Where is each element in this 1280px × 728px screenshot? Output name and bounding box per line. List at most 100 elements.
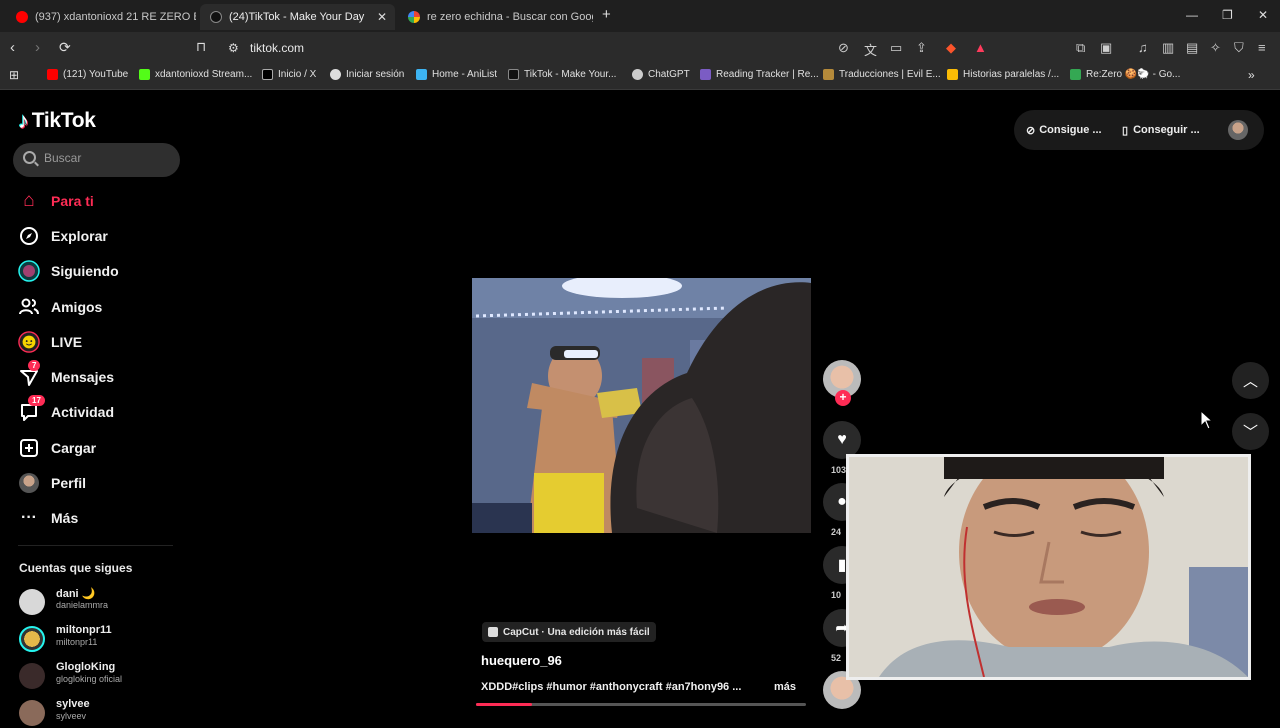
follow-plus-icon[interactable]: +: [835, 390, 851, 406]
anilist-icon: [416, 69, 427, 80]
compass-icon: [18, 225, 40, 247]
wallet-icon[interactable]: ▤: [1186, 40, 1198, 56]
bookmark-item[interactable]: Re:Zero 🍪🐑 - Go...: [1070, 69, 1180, 80]
video-progress-bar[interactable]: [476, 703, 806, 706]
activity-badge: 17: [28, 395, 45, 406]
upload-icon: [18, 437, 40, 459]
nav-label: LIVE: [51, 334, 83, 350]
music-icon[interactable]: ♫: [1138, 40, 1148, 55]
translate-icon[interactable]: 文: [864, 40, 877, 59]
drive-icon: [947, 69, 958, 80]
following-account[interactable]: dani 🌙 danielammra: [19, 587, 179, 617]
bookmark-item[interactable]: xdantonioxd Stream...: [139, 69, 252, 80]
nav-explorar[interactable]: Explorar: [18, 222, 178, 250]
tab-label: (24)TikTok - Make Your Day: [229, 11, 365, 23]
avatar: [19, 589, 45, 615]
nav-perfil[interactable]: Perfil: [18, 469, 178, 497]
back-icon[interactable]: ‹: [10, 39, 15, 56]
bookmark-label: Traducciones | Evil E...: [839, 69, 941, 80]
share-icon[interactable]: ⇪: [916, 40, 927, 56]
bookmark-label: Reading Tracker | Re...: [716, 69, 819, 80]
bookmark-item[interactable]: Inicio / X: [262, 69, 316, 80]
ai-icon[interactable]: ✧: [1210, 40, 1221, 56]
nav-mensajes[interactable]: 7 Mensajes: [18, 360, 178, 391]
account-handle: miltonpr11: [56, 637, 98, 647]
get-app-button[interactable]: ▯ Conseguir ...: [1122, 115, 1200, 145]
cast-icon[interactable]: ▭: [890, 40, 902, 56]
brave-shield-icon[interactable]: ◆: [946, 40, 956, 56]
apps-grid-icon[interactable]: ⊞: [9, 68, 19, 82]
avatar: [19, 626, 45, 652]
nav-cargar[interactable]: Cargar: [18, 434, 178, 462]
browser-tab-youtube[interactable]: (937) xdantonioxd 21 RE ZERO BREAK: [6, 4, 196, 30]
live-icon: [18, 331, 40, 353]
tiktok-logo[interactable]: ♪ TikTok: [18, 108, 96, 134]
bookmark-item[interactable]: ChatGPT: [632, 69, 690, 80]
window-close-icon[interactable]: ✕: [1258, 8, 1268, 22]
user-avatar[interactable]: [1228, 120, 1248, 140]
following-account[interactable]: miltonpr11 miltonpr11: [19, 624, 179, 654]
divider: [18, 545, 173, 546]
account-name: dani 🌙: [56, 588, 96, 600]
new-tab-icon[interactable]: +: [602, 6, 611, 23]
account-name: miltonpr11: [56, 624, 112, 636]
bookmark-item[interactable]: Historias paralelas /...: [947, 69, 1059, 80]
capcut-chip[interactable]: CapCut · Una edición más fácil: [482, 622, 656, 642]
search-box[interactable]: [13, 143, 180, 177]
bookmark-icon[interactable]: ⊓: [196, 39, 206, 55]
forward-icon[interactable]: ›: [35, 39, 40, 56]
profile-icon: [18, 472, 40, 494]
next-video-button[interactable]: ﹀: [1232, 413, 1269, 450]
minimize-icon[interactable]: —: [1186, 8, 1198, 22]
video-player[interactable]: [472, 278, 811, 533]
bookmark-item[interactable]: Traducciones | Evil E...: [823, 69, 941, 80]
reload-icon[interactable]: ⟳: [59, 39, 71, 56]
brave-rewards-icon[interactable]: ▲: [974, 40, 987, 55]
browser-tab-strip: (937) xdantonioxd 21 RE ZERO BREAK (24)T…: [0, 0, 1280, 32]
following-account[interactable]: sylvee sylveev: [19, 698, 179, 728]
vpn-icon[interactable]: ⛉: [1234, 40, 1244, 56]
following-account[interactable]: GlogloKing glogloking oficial: [19, 661, 179, 691]
search-input[interactable]: [44, 151, 174, 165]
nav-para-ti[interactable]: ⌂ Para ti: [18, 187, 178, 215]
maximize-icon[interactable]: ❐: [1222, 8, 1233, 22]
extensions-icon[interactable]: ⧉: [1076, 40, 1085, 56]
sidebar-icon[interactable]: ▥: [1162, 40, 1174, 56]
menu-icon[interactable]: ≡: [1258, 40, 1266, 55]
more-description-button[interactable]: más: [774, 681, 796, 693]
account-handle: danielammra: [56, 600, 109, 610]
bookmark-item[interactable]: (121) YouTube: [47, 69, 128, 80]
bookmark-label: Iniciar sesión: [346, 69, 405, 80]
reading-tracker-icon: [700, 69, 711, 80]
bookmark-item[interactable]: Home - AniList: [416, 69, 497, 80]
nav-label: Amigos: [51, 299, 103, 315]
tiktok-icon: [508, 69, 519, 80]
more-bookmarks-icon[interactable]: »: [1248, 68, 1255, 82]
get-app-label: Conseguir ...: [1133, 124, 1200, 136]
following-icon: [18, 260, 40, 282]
save-count: 10: [831, 590, 842, 600]
nav-actividad[interactable]: 17 Actividad: [18, 395, 178, 426]
webcam-feed: [849, 457, 1248, 677]
comment-count: 24: [831, 527, 842, 537]
address-input[interactable]: tiktok.com: [250, 41, 304, 55]
nav-amigos[interactable]: Amigos: [18, 293, 178, 321]
video-author[interactable]: huequero_96: [481, 653, 562, 668]
bookmark-item[interactable]: Reading Tracker | Re...: [700, 69, 819, 80]
browser-tab-google[interactable]: re zero echidna - Buscar con Google: [398, 4, 593, 30]
browser-tab-tiktok[interactable]: (24)TikTok - Make Your Day ✕: [200, 4, 395, 30]
site-info-icon[interactable]: ⚙: [228, 41, 239, 55]
screenshot-icon[interactable]: ▣: [1100, 40, 1112, 56]
previous-video-button[interactable]: ︿: [1232, 362, 1269, 399]
translations-icon: [823, 69, 834, 80]
video-progress-fill: [476, 703, 533, 706]
bookmark-label: Historias paralelas /...: [963, 69, 1060, 80]
nav-siguiendo[interactable]: Siguiendo: [18, 257, 178, 285]
media-icon[interactable]: ⊘: [838, 40, 849, 56]
bookmark-item[interactable]: Iniciar sesión: [330, 69, 404, 80]
nav-mas[interactable]: ··· Más: [18, 504, 178, 532]
close-tab-icon[interactable]: ✕: [377, 10, 387, 24]
get-coins-button[interactable]: ⊘ Consigue ...: [1026, 115, 1102, 145]
bookmark-item[interactable]: TikTok - Make Your...: [508, 69, 616, 80]
nav-live[interactable]: LIVE: [18, 328, 178, 356]
